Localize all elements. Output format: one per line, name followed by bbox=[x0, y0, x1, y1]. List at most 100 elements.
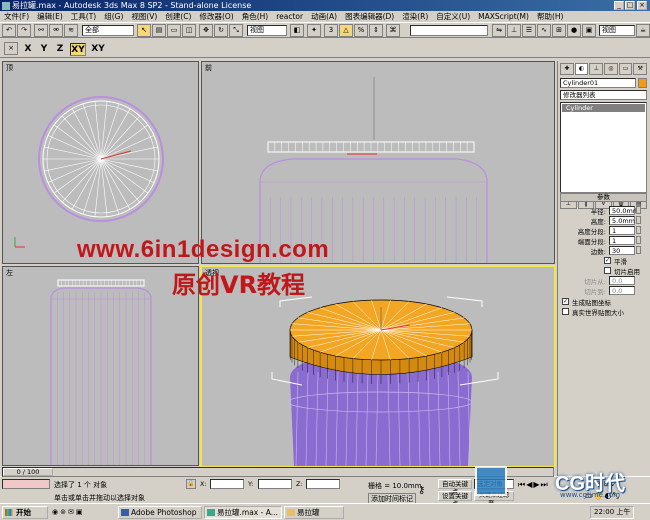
align-icon[interactable]: ⊥ bbox=[507, 24, 521, 37]
menu-item[interactable]: 文件(F) bbox=[0, 11, 33, 22]
undo-icon[interactable]: ↶ bbox=[2, 24, 16, 37]
object-name-field[interactable]: Cylinder01 bbox=[560, 78, 636, 88]
display-tab-icon[interactable]: ▭ bbox=[618, 63, 633, 75]
named-selection-icon[interactable]: ⌘ bbox=[386, 24, 400, 37]
menu-item[interactable]: 视图(V) bbox=[127, 11, 161, 22]
snap-toggle-icon[interactable]: 3 bbox=[324, 24, 338, 37]
link-icon[interactable]: ⚯ bbox=[34, 24, 48, 37]
stack-item-cylinder[interactable]: Cylinder bbox=[562, 104, 645, 112]
param-field[interactable]: 5.0mm bbox=[609, 216, 635, 225]
layer-manager-icon[interactable]: ☰ bbox=[522, 24, 536, 37]
start-button[interactable]: 开始 bbox=[2, 505, 48, 519]
slice-on-checkbox[interactable] bbox=[604, 267, 611, 274]
select-manipulate-icon[interactable]: ✦ bbox=[307, 24, 321, 37]
curve-editor-icon[interactable]: ∿ bbox=[537, 24, 551, 37]
pivot-icon[interactable]: ◧ bbox=[290, 24, 304, 37]
task-3dsmax[interactable]: 易拉罐.max - A... bbox=[204, 505, 282, 519]
window-crossing-icon[interactable]: ◫ bbox=[182, 24, 196, 37]
ref-coord-dropdown[interactable]: 视图 bbox=[247, 25, 287, 36]
menu-item[interactable]: 自定义(U) bbox=[432, 11, 474, 22]
angle-snap-icon[interactable]: △ bbox=[339, 24, 353, 37]
time-slider[interactable]: 0 / 100 bbox=[2, 467, 554, 477]
smooth-checkbox[interactable]: ✓ bbox=[604, 257, 611, 264]
menu-item[interactable]: 创建(C) bbox=[161, 11, 195, 22]
menu-item[interactable]: 动画(A) bbox=[307, 11, 341, 22]
axis-xy2-button[interactable]: XY bbox=[90, 43, 106, 56]
menu-item[interactable]: 工具(T) bbox=[67, 11, 100, 22]
param-spinner[interactable] bbox=[636, 246, 641, 254]
real-world-checkbox[interactable] bbox=[562, 308, 569, 315]
task-photoshop[interactable]: Adobe Photoshop bbox=[118, 505, 202, 519]
task-folder[interactable]: 易拉罐 bbox=[284, 505, 344, 519]
unlink-icon[interactable]: ⚮ bbox=[49, 24, 63, 37]
menu-item[interactable]: 角色(H) bbox=[238, 11, 273, 22]
bind-spacewarp-icon[interactable]: ≋ bbox=[64, 24, 78, 37]
axis-y-button[interactable]: Y bbox=[38, 43, 50, 56]
mirror-icon[interactable]: ⇋ bbox=[492, 24, 506, 37]
material-editor-icon[interactable]: ● bbox=[567, 24, 581, 37]
axis-x-button[interactable]: X bbox=[22, 43, 34, 56]
named-selection-sets[interactable] bbox=[410, 25, 488, 36]
create-tab-icon[interactable]: ✚ bbox=[560, 63, 574, 75]
utilities-tab-icon[interactable]: ⚒ bbox=[633, 63, 648, 75]
render-scene-icon[interactable]: ▣ bbox=[582, 24, 596, 37]
menu-item[interactable]: MAXScript(M) bbox=[474, 12, 533, 21]
param-spinner[interactable] bbox=[636, 236, 641, 244]
viewport-top[interactable]: 顶 bbox=[2, 61, 199, 264]
viewport-front[interactable]: 前 bbox=[201, 61, 555, 264]
menu-item[interactable]: 帮助(H) bbox=[533, 11, 568, 22]
render-type-dropdown[interactable]: 视图 bbox=[599, 25, 635, 36]
close-icon[interactable]: × bbox=[4, 42, 18, 55]
menu-item[interactable]: 修改器(O) bbox=[195, 11, 237, 22]
lock-selection-icon[interactable]: 🔒 bbox=[186, 479, 196, 489]
menu-item[interactable]: 编辑(E) bbox=[33, 11, 67, 22]
rect-selection-icon[interactable]: ▭ bbox=[167, 24, 181, 37]
y-coord-field[interactable] bbox=[258, 479, 292, 489]
maximize-button[interactable]: □ bbox=[625, 1, 635, 10]
select-scale-icon[interactable]: ⤡ bbox=[229, 24, 243, 37]
param-field[interactable]: 30 bbox=[609, 246, 635, 255]
x-coord-field[interactable] bbox=[210, 479, 244, 489]
maxscript-listener[interactable] bbox=[2, 479, 50, 489]
playback-controls[interactable]: ⏮◀▶⏭ bbox=[518, 480, 549, 490]
param-field[interactable]: 1 bbox=[609, 236, 635, 245]
param-field[interactable]: 1 bbox=[609, 226, 635, 235]
auto-key-button[interactable]: 自动关键点 bbox=[438, 479, 472, 496]
select-object-icon[interactable]: ↖ bbox=[137, 24, 151, 37]
slice-from-field[interactable]: 0.0 bbox=[609, 276, 635, 285]
select-by-name-icon[interactable]: ▤ bbox=[152, 24, 166, 37]
hierarchy-tab-icon[interactable]: ⊥ bbox=[589, 63, 604, 75]
redo-icon[interactable]: ↷ bbox=[17, 24, 31, 37]
axis-xy-button[interactable]: XY bbox=[70, 43, 86, 56]
percent-snap-icon[interactable]: % bbox=[354, 24, 368, 37]
set-key-button[interactable]: 设置关键点 bbox=[438, 491, 472, 508]
quick-launch[interactable]: ◉⊚✉▣ bbox=[52, 506, 116, 519]
minimize-button[interactable]: _ bbox=[614, 1, 624, 10]
gen-map-checkbox[interactable]: ✓ bbox=[562, 298, 569, 305]
params-rollout-header[interactable]: 参数 bbox=[560, 193, 647, 202]
axis-z-button[interactable]: Z bbox=[54, 43, 66, 56]
time-slider-thumb[interactable]: 0 / 100 bbox=[3, 468, 53, 476]
param-spinner[interactable] bbox=[636, 216, 641, 224]
select-move-icon[interactable]: ✥ bbox=[199, 24, 213, 37]
param-spinner[interactable] bbox=[636, 226, 641, 234]
modify-tab-icon[interactable]: ◐ bbox=[574, 63, 589, 75]
menu-item[interactable]: 组(G) bbox=[100, 11, 127, 22]
object-color-swatch[interactable] bbox=[638, 78, 647, 88]
menu-item[interactable]: 渲染(R) bbox=[398, 11, 432, 22]
menu-item[interactable]: reactor bbox=[272, 12, 307, 21]
select-rotate-icon[interactable]: ↻ bbox=[214, 24, 228, 37]
schematic-icon[interactable]: ⊞ bbox=[552, 24, 566, 37]
viewport-left[interactable]: 左 bbox=[2, 266, 199, 466]
menu-item[interactable]: 图表编辑器(D) bbox=[341, 11, 398, 22]
selection-filter-dropdown[interactable]: 全部 bbox=[82, 25, 134, 36]
motion-tab-icon[interactable]: ◎ bbox=[604, 63, 618, 75]
quick-render-icon[interactable]: ☕ bbox=[636, 24, 650, 37]
param-field[interactable]: 50.0mm bbox=[609, 206, 639, 215]
modifier-list-dropdown[interactable]: 修改器列表 bbox=[560, 90, 647, 100]
z-coord-field[interactable] bbox=[306, 479, 340, 489]
close-button[interactable]: × bbox=[637, 1, 647, 10]
modifier-stack[interactable]: Cylinder bbox=[560, 102, 647, 197]
param-spinner[interactable] bbox=[636, 206, 641, 214]
slice-to-field[interactable]: 0.0 bbox=[609, 286, 635, 295]
